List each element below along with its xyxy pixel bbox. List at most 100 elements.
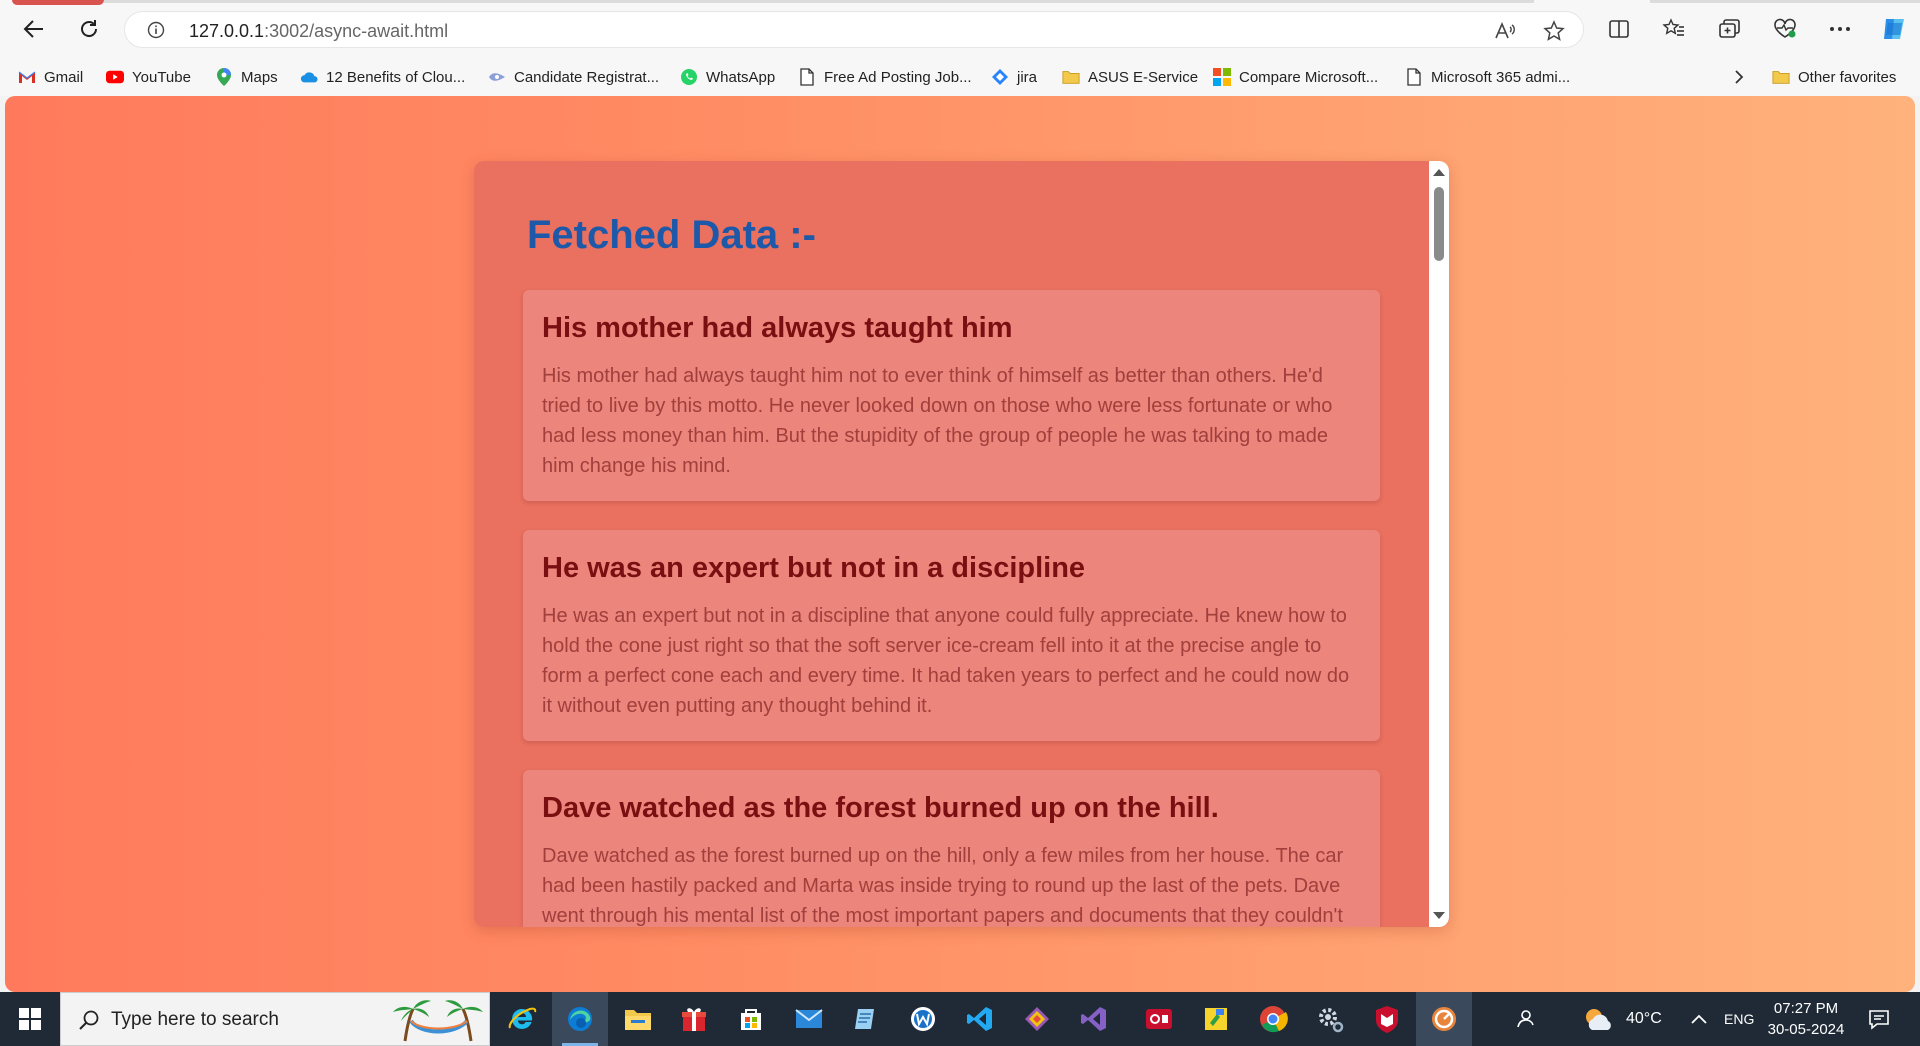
input-language[interactable]: ENG xyxy=(1724,992,1754,1046)
notifications-button[interactable] xyxy=(1868,992,1890,1046)
document-icon xyxy=(798,68,816,86)
word-circle-icon xyxy=(911,1007,935,1031)
bookmark-label: Candidate Registrat... xyxy=(514,68,660,86)
bookmarks-bar: Gmail YouTube Maps 12 Benefits of Clou..… xyxy=(0,58,1920,96)
bookmark-whatsapp[interactable]: WhatsApp xyxy=(680,64,775,90)
taskbar-vscode[interactable] xyxy=(952,992,1008,1046)
site-info-icon[interactable] xyxy=(147,21,165,39)
taskbar-internet-explorer[interactable] xyxy=(494,992,550,1046)
taskbar-search-box[interactable]: Type here to search xyxy=(60,992,490,1046)
post-body: Dave watched as the forest burned up on … xyxy=(542,845,1344,927)
taskbar-microsoft-store[interactable] xyxy=(723,992,779,1046)
taskbar-chrome[interactable] xyxy=(1245,992,1301,1046)
file-explorer-icon xyxy=(625,1010,651,1030)
url-path: :3002/async-await.html xyxy=(264,21,449,41)
tab-strip-right xyxy=(1650,0,1920,3)
bookmark-cloud-benefits[interactable]: 12 Benefits of Clou... xyxy=(300,64,465,90)
address-bar[interactable]: 127.0.0.1:3002/async-await.html xyxy=(124,11,1584,48)
taskbar-git-app[interactable] xyxy=(1009,992,1065,1046)
bookmark-label: ASUS E-Service xyxy=(1088,68,1199,86)
post-title: He was an expert but not in a discipline xyxy=(542,552,1086,584)
back-button[interactable] xyxy=(17,12,51,46)
post-card: He was an expert but not in a discipline… xyxy=(523,530,1380,741)
bookmark-maps[interactable]: Maps xyxy=(215,64,278,90)
taskbar-clock[interactable]: 07:27 PM 30-05-2024 xyxy=(1760,998,1852,1040)
chevron-right-icon xyxy=(1730,68,1748,86)
people-icon xyxy=(1517,1010,1534,1028)
windows-taskbar: Type here to search 40°C ENG 07:27 PM 30… xyxy=(0,992,1920,1046)
bookmark-label: WhatsApp xyxy=(706,68,776,86)
whatsapp-icon xyxy=(680,68,698,86)
circular-app-icon xyxy=(1432,1007,1456,1031)
tab-strip xyxy=(104,0,1534,3)
chevron-up-icon xyxy=(1691,1014,1707,1024)
taskbar-word-app[interactable] xyxy=(895,992,951,1046)
microsoft-icon xyxy=(1213,68,1231,86)
taskbar-active-app[interactable] xyxy=(1416,992,1472,1046)
more-menu-button[interactable] xyxy=(1825,14,1855,44)
collections-button[interactable] xyxy=(1715,14,1745,44)
read-aloud-button[interactable] xyxy=(1493,19,1517,43)
taskbar-mail[interactable] xyxy=(781,992,837,1046)
taskbar-visual-studio[interactable] xyxy=(1066,992,1122,1046)
heart-pulse-icon xyxy=(1774,18,1796,38)
taskbar-settings[interactable] xyxy=(1302,992,1358,1046)
bookmark-label: Maps xyxy=(241,68,278,86)
scroll-thumb[interactable] xyxy=(1434,187,1444,261)
copilot-button[interactable] xyxy=(1879,14,1909,44)
bookmark-asus-eservice[interactable]: ASUS E-Service xyxy=(1062,64,1198,90)
split-screen-button[interactable] xyxy=(1604,14,1634,44)
temperature: 40°C xyxy=(1626,1010,1662,1027)
visual-studio-icon xyxy=(1081,1007,1106,1031)
post-body: He was an expert but not in a discipline… xyxy=(542,605,1350,717)
fetched-data-container[interactable]: Fetched Data :- His mother had always ta… xyxy=(474,161,1449,927)
post-title: His mother had always taught him xyxy=(542,312,1013,344)
bookmark-gmail[interactable]: Gmail xyxy=(18,64,83,90)
taskbar-file-explorer[interactable] xyxy=(610,992,666,1046)
container-scrollbar[interactable] xyxy=(1429,161,1449,927)
clock-time: 07:27 PM xyxy=(1773,1000,1839,1017)
bookmarks-overflow-button[interactable] xyxy=(1730,64,1756,90)
scroll-up-arrow-icon[interactable] xyxy=(1433,169,1445,176)
jira-icon xyxy=(991,68,1009,86)
refresh-icon xyxy=(81,20,97,37)
microsoft-store-icon xyxy=(741,1009,761,1030)
bookmark-jira[interactable]: jira xyxy=(991,64,1037,90)
weather-sun-cloud-icon xyxy=(1586,1009,1611,1030)
refresh-button[interactable] xyxy=(72,12,106,46)
taskbar-gift-app[interactable] xyxy=(666,992,722,1046)
bookmark-youtube[interactable]: YouTube xyxy=(106,64,191,90)
start-button[interactable] xyxy=(0,992,60,1046)
other-favorites-folder[interactable]: Other favorites xyxy=(1772,64,1896,90)
taskbar-mcafee[interactable] xyxy=(1359,992,1415,1046)
bookmark-microsoft-365-admin[interactable]: Microsoft 365 admi... xyxy=(1405,64,1570,90)
vscode-icon xyxy=(967,1007,992,1031)
bookmark-candidate-registration[interactable]: Candidate Registrat... xyxy=(488,64,659,90)
back-arrow-icon xyxy=(23,20,43,38)
add-favorite-button[interactable] xyxy=(1542,19,1566,43)
taskbar-recorder-app[interactable] xyxy=(1131,992,1187,1046)
active-tab-indicator[interactable] xyxy=(12,0,104,5)
show-hidden-icons-button[interactable] xyxy=(1690,992,1708,1046)
bookmark-label: Compare Microsoft... xyxy=(1239,68,1379,86)
language-label: ENG xyxy=(1724,1011,1755,1027)
people-button[interactable] xyxy=(1514,992,1536,1046)
taskbar-sticky-notes[interactable] xyxy=(1188,992,1244,1046)
internet-explorer-icon xyxy=(508,1007,537,1029)
gift-icon xyxy=(682,1008,706,1031)
more-dots-icon xyxy=(1830,27,1850,31)
taskbar-app-notepad[interactable] xyxy=(838,992,894,1046)
bookmark-compare-microsoft[interactable]: Compare Microsoft... xyxy=(1213,64,1378,90)
taskbar-edge[interactable] xyxy=(552,992,608,1046)
clock-date: 30-05-2024 xyxy=(1767,1021,1845,1038)
beach-hammock-icon xyxy=(393,1000,483,1042)
bookmark-free-ad-posting[interactable]: Free Ad Posting Job... xyxy=(798,64,972,90)
url-text[interactable]: 127.0.0.1:3002/async-await.html xyxy=(189,21,448,42)
bookmark-label: YouTube xyxy=(132,68,191,86)
scroll-down-arrow-icon[interactable] xyxy=(1433,912,1445,919)
url-host: 127.0.0.1 xyxy=(189,21,265,41)
browser-essentials-button[interactable] xyxy=(1770,14,1800,44)
favorites-button[interactable] xyxy=(1659,14,1689,44)
weather-widget[interactable]: 40°C xyxy=(1582,992,1662,1046)
split-screen-icon xyxy=(1609,20,1629,38)
